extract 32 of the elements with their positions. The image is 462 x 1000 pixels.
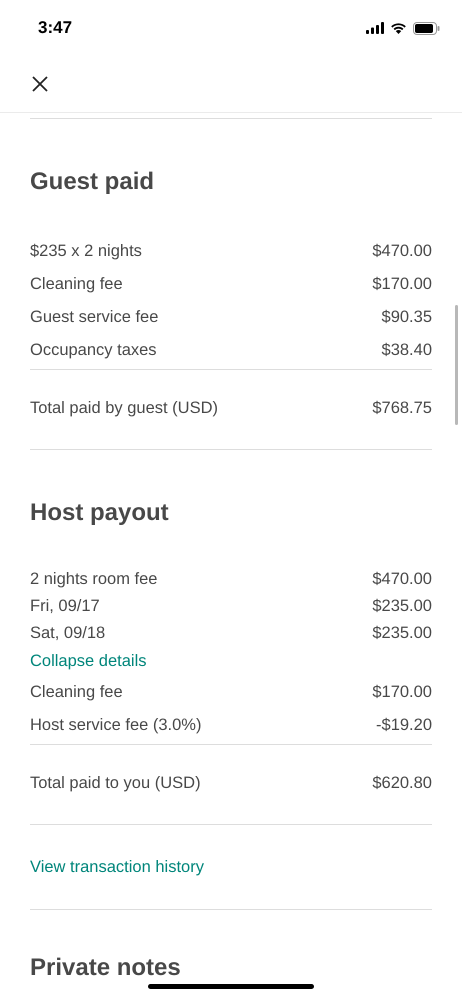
line-label: Sat, 09/18: [30, 624, 106, 643]
line-amount: $470.00: [372, 242, 432, 261]
line-label: Fri, 09/17: [30, 597, 100, 616]
line-amount: $38.40: [382, 341, 432, 360]
collapse-details-link[interactable]: Collapse details: [30, 652, 146, 671]
total-amount: $768.75: [372, 399, 432, 418]
section-heading: Guest paid: [30, 167, 154, 197]
total-label: Total paid by guest (USD): [30, 399, 218, 418]
signal-icon: [366, 22, 384, 34]
line-label: Occupancy taxes: [30, 341, 157, 360]
line-amount: $90.35: [382, 308, 432, 327]
total-label: Total paid to you (USD): [30, 774, 201, 793]
wifi-icon: [390, 22, 407, 34]
line-label: $235 x 2 nights: [30, 242, 142, 261]
line-amount: $170.00: [372, 683, 432, 702]
total-amount: $620.80: [372, 774, 432, 793]
line-label: Guest service fee: [30, 308, 158, 327]
status-time: 3:47: [38, 18, 72, 38]
line-label: Cleaning fee: [30, 275, 123, 294]
line-amount: $235.00: [372, 597, 432, 616]
section-heading: Private notes: [30, 957, 181, 979]
line-amount: $170.00: [372, 275, 432, 294]
line-label: 2 nights room fee: [30, 570, 158, 589]
line-amount: -$19.20: [376, 716, 432, 735]
line-label: Host service fee (3.0%): [30, 716, 202, 735]
line-label: Cleaning fee: [30, 683, 123, 702]
battery-icon: [413, 22, 440, 34]
transaction-history-link[interactable]: View transaction history: [30, 858, 204, 876]
close-button[interactable]: [30, 74, 50, 94]
section-heading: Host payout: [30, 498, 169, 528]
line-amount: $235.00: [372, 624, 432, 643]
line-amount: $470.00: [372, 570, 432, 589]
